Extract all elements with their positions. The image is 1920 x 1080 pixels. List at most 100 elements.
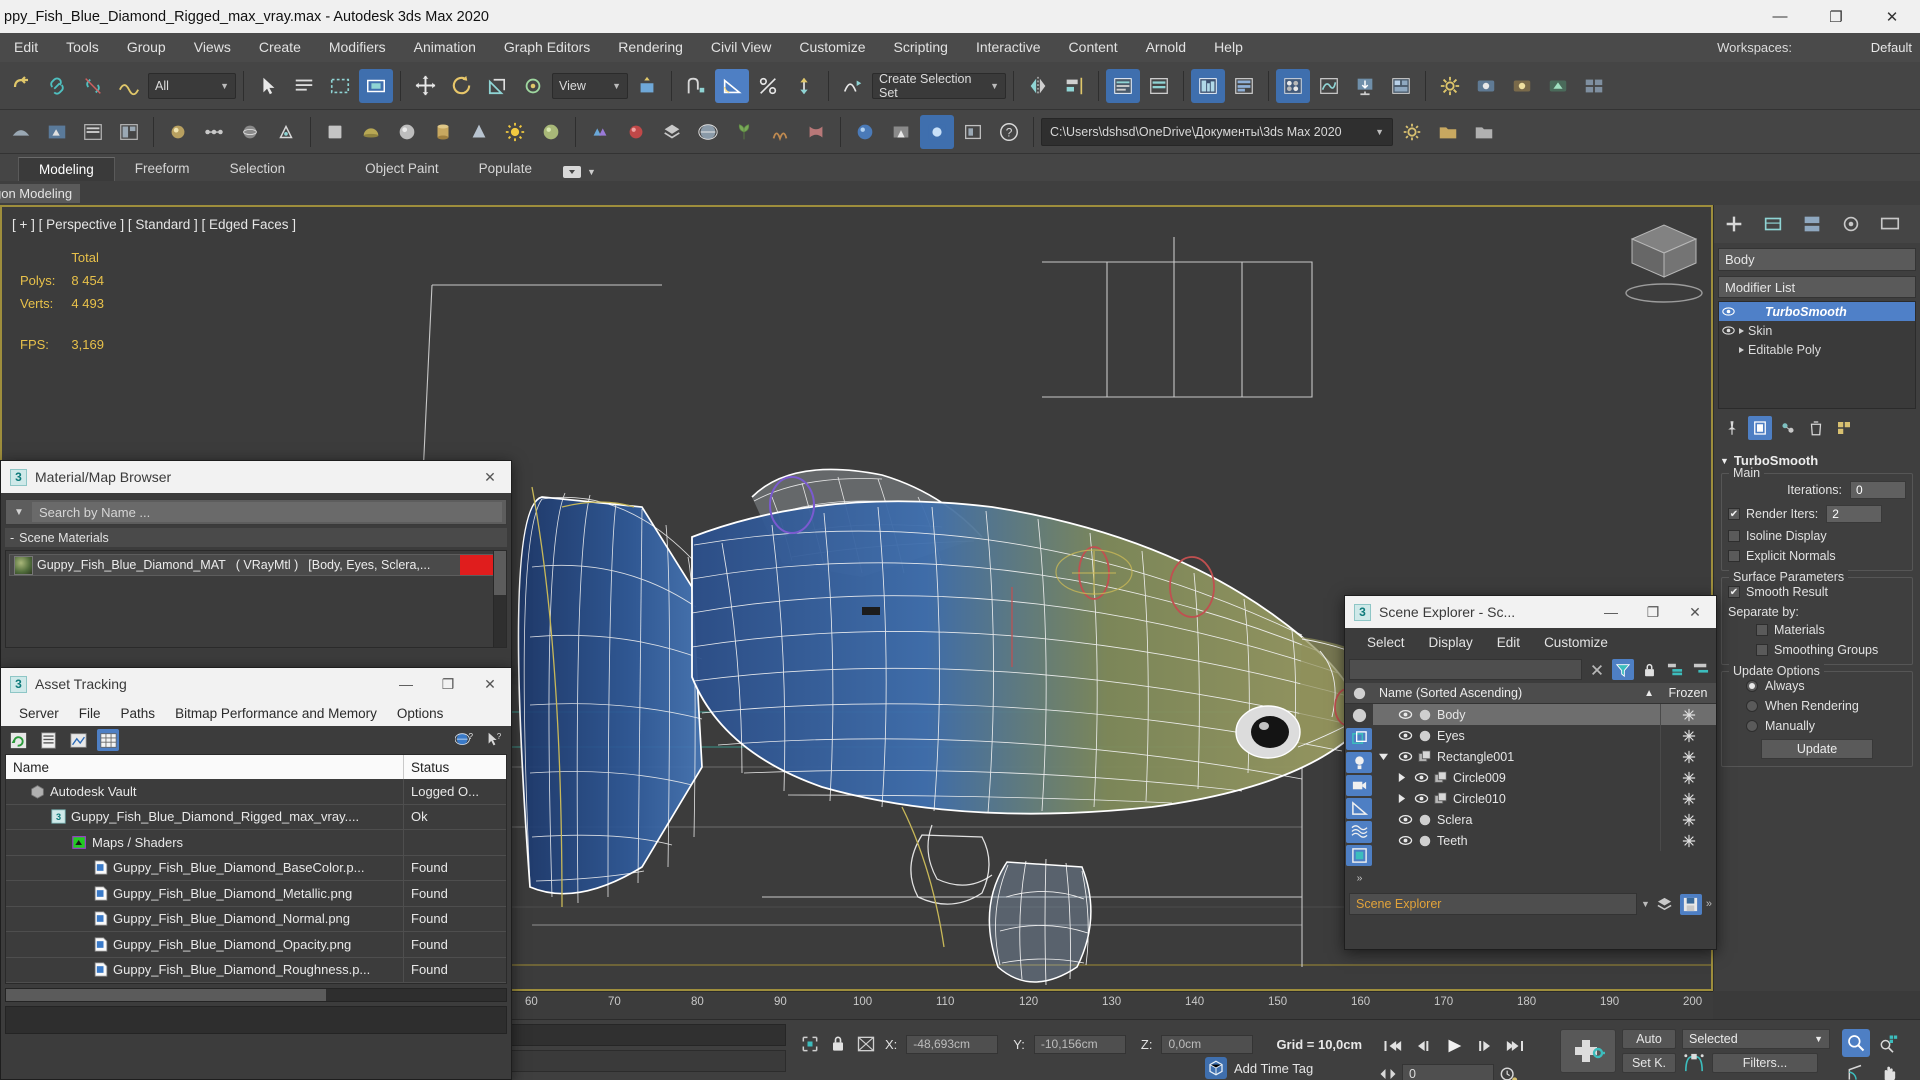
eye-icon[interactable] [1722,325,1735,336]
save-explorer-configuration-icon[interactable] [1679,893,1702,915]
material-browser-titlebar[interactable]: 3 Material/Map Browser ✕ [1,461,511,493]
sun-light-icon[interactable] [498,115,532,149]
field-of-view-icon[interactable] [1842,1059,1870,1080]
menu-animation[interactable]: Animation [400,33,490,62]
filter-helpers-icon[interactable] [1346,798,1372,820]
menu-customize[interactable]: Customize [785,33,879,62]
asset-tracking-titlebar[interactable]: 3 Asset Tracking — ❐ ✕ [1,668,511,700]
table-row[interactable]: Guppy_Fish_Blue_Diamond_Metallic.png Fou… [6,881,506,907]
material-map-browser-window[interactable]: 3 Material/Map Browser ✕ ▼ Search by Nam… [0,460,512,677]
unlink-icon[interactable] [76,69,110,103]
menu-create[interactable]: Create [245,33,315,62]
edit-named-selection-sets-icon[interactable] [836,69,870,103]
filter-more-icon[interactable]: » [1346,868,1372,889]
vray-sphere-icon[interactable] [619,115,653,149]
go-to-end-icon[interactable] [1502,1032,1530,1060]
menu-content[interactable]: Content [1055,33,1132,62]
filter-all-icon[interactable] [1346,705,1372,726]
iterations-field[interactable]: 0 [1850,481,1906,499]
menu-group[interactable]: Group [113,33,180,62]
foliage-icon[interactable] [727,115,761,149]
placement-tool-icon[interactable] [516,69,550,103]
create-primitive-icon[interactable] [4,115,38,149]
frozen-icon[interactable] [1660,767,1716,788]
eye-icon[interactable] [1398,751,1413,762]
sort-ascending-icon[interactable]: ▲ [1644,688,1660,699]
update-always-radio[interactable] [1746,680,1758,692]
current-frame-field[interactable]: 0 [1402,1064,1494,1080]
select-similar-icon[interactable] [40,115,74,149]
zoom-icon[interactable] [1842,1029,1870,1057]
sphere-primitive-icon[interactable] [390,115,424,149]
asset-table-horizontal-scrollbar[interactable] [5,988,507,1002]
explorer-folder-icon[interactable] [1467,115,1501,149]
modifier-list-dropdown[interactable]: Modifier List [1718,276,1916,298]
make-unique-icon[interactable] [1776,416,1800,440]
menu-views[interactable]: Views [180,33,245,62]
table-row[interactable]: Guppy_Fish_Blue_Diamond_Opacity.png Foun… [6,932,506,958]
collapse-triangle-icon[interactable]: ▼ [1720,456,1729,466]
menu-civil-view[interactable]: Civil View [697,33,785,62]
eye-icon[interactable] [1414,772,1429,783]
asset-menu-server[interactable]: Server [9,706,69,721]
manage-scene-states-icon[interactable] [112,115,146,149]
material-list-item[interactable]: Guppy_Fish_Blue_Diamond_MAT ( VRayMtl ) … [9,554,503,576]
rectangular-selection-region-icon[interactable] [323,69,357,103]
render-iterative-icon[interactable] [1505,69,1539,103]
scene-materials-group-header[interactable]: - Scene Materials [5,528,507,547]
coord-z-field[interactable]: 0,0cm [1161,1034,1254,1054]
list-item[interactable]: Body [1373,704,1716,725]
group-collapse-icon[interactable]: - [10,531,14,545]
menu-graph-editors[interactable]: Graph Editors [490,33,604,62]
table-row[interactable]: Guppy_Fish_Blue_Diamond_BaseColor.p... F… [6,855,506,881]
render-iters-field[interactable]: 2 [1826,505,1883,523]
percent-snap-icon[interactable] [751,69,785,103]
frozen-icon[interactable] [1660,704,1716,725]
remove-modifier-icon[interactable] [1804,416,1828,440]
collapse-all-icon[interactable] [1690,659,1712,680]
scene-column-name[interactable]: Name (Sorted Ascending) [1373,686,1644,700]
frozen-icon[interactable] [1660,809,1716,830]
scene-explorer-rows[interactable]: Body Eyes Rectangle001 Circle009 Circle0… [1373,704,1716,889]
add-time-tag-label[interactable]: Add Time Tag [1234,1061,1313,1076]
list-item[interactable]: Rectangle001 [1373,746,1716,767]
auto-key-button[interactable]: Auto [1622,1029,1676,1049]
display-tab-icon[interactable] [1872,208,1908,240]
scene-explorer-expand-icon[interactable]: » [1706,898,1712,910]
add-time-tag-row[interactable]: Add Time Tag [1205,1057,1313,1079]
ribbon-tab-freeform[interactable]: Freeform [115,157,210,181]
layer-stack-icon[interactable] [1654,894,1676,915]
zoom-all-icon[interactable] [1874,1029,1902,1057]
coord-y-field[interactable]: -10,156cm [1033,1034,1126,1054]
material-list[interactable]: Guppy_Fish_Blue_Diamond_MAT ( VRayMtl ) … [5,550,507,648]
modifier-skin[interactable]: Skin [1719,321,1915,340]
vray-mesh-icon[interactable] [583,115,617,149]
menu-help[interactable]: Help [1200,33,1257,62]
create-tab-icon[interactable] [1716,208,1752,240]
go-to-start-icon[interactable] [1378,1032,1406,1060]
cone-primitive-icon[interactable] [462,115,496,149]
list-item[interactable]: Circle009 [1373,767,1716,788]
viewport-label[interactable]: [ + ] [ Perspective ] [ Standard ] [ Edg… [12,217,296,232]
cloth-icon[interactable] [799,115,833,149]
particle-flow-icon[interactable] [197,115,231,149]
render-settings-gear-icon[interactable] [1433,69,1467,103]
eye-icon[interactable] [1722,306,1735,317]
light-sphere-icon[interactable] [161,115,195,149]
isoline-display-checkbox[interactable] [1728,530,1740,542]
box-primitive-icon[interactable] [318,115,352,149]
list-item[interactable]: Eyes [1373,725,1716,746]
help-cursor-icon[interactable]: ? [483,729,505,751]
display-toggle-icon[interactable] [1345,686,1373,701]
helpers-icon[interactable] [269,115,303,149]
render-setup-icon[interactable] [1348,69,1382,103]
scene-menu-select[interactable]: Select [1355,635,1417,650]
select-and-move-icon[interactable] [408,69,442,103]
time-configuration-icon[interactable] [1498,1064,1518,1080]
select-link-icon[interactable] [40,69,74,103]
workspaces-value[interactable]: Default [1871,33,1912,62]
explicit-normals-checkbox[interactable] [1728,550,1740,562]
table-view-icon[interactable] [97,729,119,751]
arnold-sphere-icon[interactable] [848,115,882,149]
hemisphere-icon[interactable] [354,115,388,149]
